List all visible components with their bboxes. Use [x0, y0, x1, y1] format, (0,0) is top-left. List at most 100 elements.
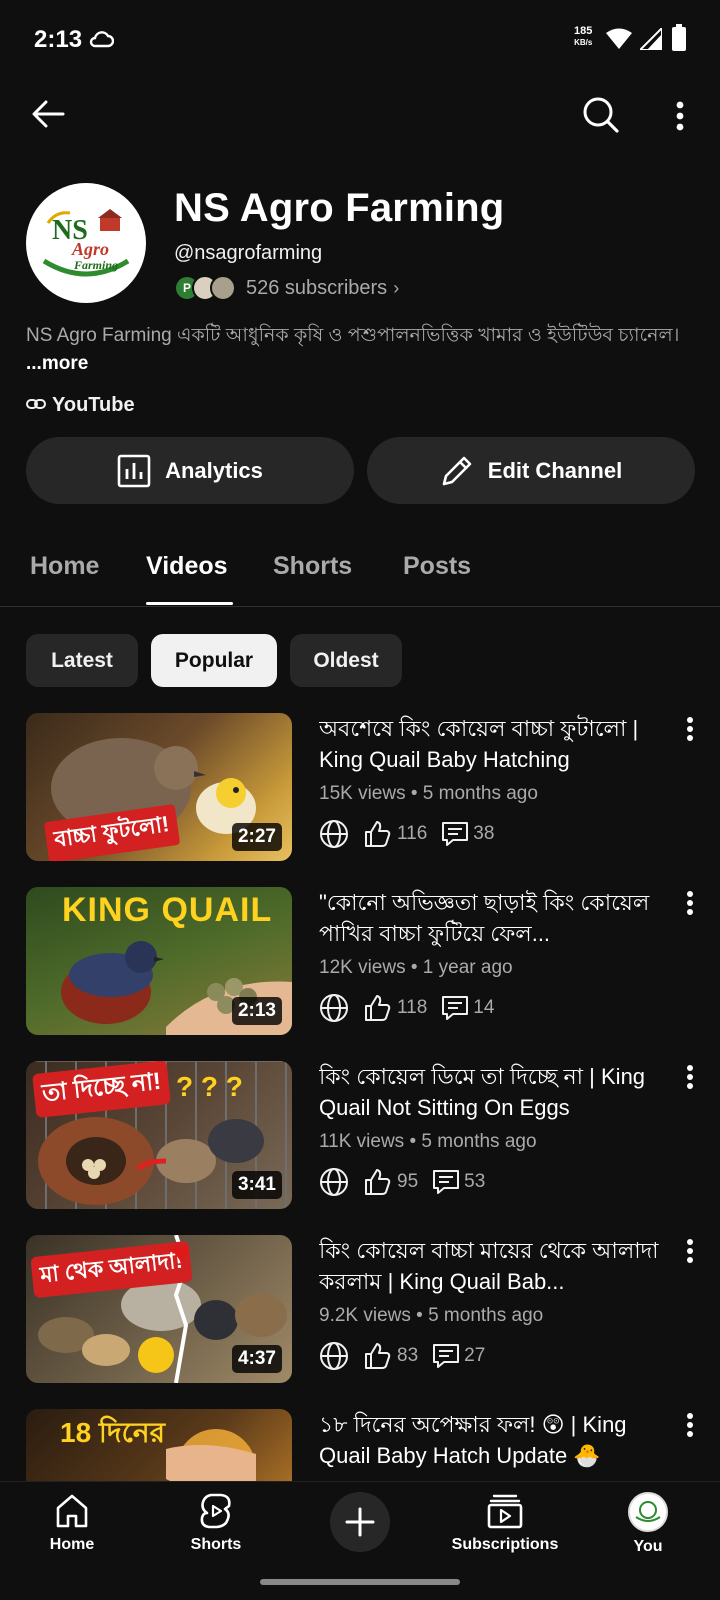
channel-avatar[interactable]: NS Agro Farming: [26, 183, 146, 303]
video-stats: 83 27: [319, 1341, 485, 1371]
wifi-icon: [606, 28, 632, 55]
nav-home[interactable]: Home: [17, 1492, 127, 1554]
analytics-icon: [117, 454, 151, 487]
video-meta: 11K views • 5 months ago: [319, 1131, 537, 1152]
more-vertical-icon[interactable]: [686, 1413, 694, 1442]
subscriber-count: 526 subscribers: [246, 276, 388, 299]
home-icon: [56, 1494, 88, 1528]
video-meta: 9.2K views • 5 months ago: [319, 1305, 544, 1326]
subscriptions-icon: [487, 1494, 523, 1529]
more-vertical-icon[interactable]: [686, 717, 694, 746]
comment-icon: [441, 994, 469, 1022]
link-icon: [26, 395, 46, 416]
channel-logo: NS Agro Farming: [28, 185, 144, 301]
video-title[interactable]: কিং কোয়েল বাচ্চা মায়ের থেকে আলাদা করলা…: [319, 1235, 674, 1297]
video-stats: 118 14: [319, 993, 494, 1023]
create-button[interactable]: [330, 1492, 390, 1552]
gesture-bar[interactable]: [260, 1579, 460, 1585]
channel-handle: @nsagrofarming: [174, 242, 323, 264]
video-stats: 116 38: [319, 819, 494, 849]
video-thumbnail[interactable]: KING QUAIL 2:13: [26, 887, 292, 1035]
comment-count: 38: [473, 823, 495, 844]
globe-icon: [319, 1341, 349, 1371]
video-title[interactable]: "কোনো অভিজ্ঞতা ছাড়াই কিং কোয়েল পাখির ব…: [319, 887, 674, 949]
like-icon: [363, 994, 391, 1022]
edit-channel-button[interactable]: Edit Channel: [367, 437, 695, 504]
video-duration: 2:13: [231, 997, 282, 1025]
comment-icon: [441, 820, 469, 848]
like-count: 118: [397, 997, 428, 1018]
channel-description[interactable]: NS Agro Farming একটি আধুনিক কৃষি ও পশুপা…: [26, 322, 696, 378]
channel-logo-small: [635, 1501, 661, 1522]
cloud-icon: [88, 30, 115, 53]
like-icon: [363, 1168, 391, 1196]
video-thumbnail[interactable]: বাচ্চা ফুটলো! 2:27: [26, 713, 292, 861]
comment-count: 14: [473, 997, 495, 1018]
video-thumbnail[interactable]: তা দিচ্ছে না! ? ? ? 3:41: [26, 1061, 292, 1209]
status-bar: 2:13 185 KB/s: [0, 0, 720, 80]
signal-icon: [637, 25, 663, 55]
globe-icon: [319, 993, 349, 1023]
battery-icon: [672, 24, 686, 51]
nav-shorts[interactable]: Shorts: [161, 1492, 271, 1554]
tab-posts[interactable]: Posts: [403, 552, 471, 581]
channel-tabs: Home Videos Shorts Posts: [0, 530, 720, 607]
svg-text:Agro: Agro: [71, 239, 109, 259]
active-tab-indicator: [146, 602, 233, 605]
nav-subscriptions[interactable]: Subscriptions: [450, 1492, 560, 1554]
analytics-button[interactable]: Analytics: [26, 437, 354, 504]
more-link[interactable]: ...more: [26, 353, 88, 374]
more-vertical-icon[interactable]: [666, 96, 694, 136]
like-count: 83: [397, 1345, 419, 1366]
search-icon[interactable]: [578, 92, 624, 138]
video-item[interactable]: তা দিচ্ছে না! ? ? ? 3:41 কিং কোয়েল ডিমে…: [0, 1061, 720, 1213]
chevron-right-icon: ›: [393, 277, 400, 298]
video-item[interactable]: 18 দিনের ১৮ দিনের অপেক্ষার ফল! 😲 | King …: [0, 1409, 720, 1481]
like-icon: [363, 1342, 391, 1370]
subscriber-avatar: [210, 275, 236, 301]
more-vertical-icon[interactable]: [686, 1065, 694, 1094]
chip-popular[interactable]: Popular: [151, 634, 277, 687]
video-duration: 4:37: [231, 1345, 282, 1373]
comment-count: 53: [464, 1171, 486, 1192]
globe-icon: [319, 1167, 349, 1197]
video-duration: 2:27: [231, 823, 282, 851]
comment-icon: [432, 1168, 460, 1196]
video-item[interactable]: মা থেক আলাদা! ♥ 4:37 কিং কোয়েল বাচ্চা ম…: [0, 1235, 720, 1387]
video-item[interactable]: বাচ্চা ফুটলো! 2:27 অবশেষে কিং কোয়েল বাচ…: [0, 713, 720, 865]
shorts-icon: [200, 1493, 231, 1529]
status-time: 2:13: [34, 26, 83, 53]
like-count: 116: [397, 823, 428, 844]
more-vertical-icon[interactable]: [686, 1239, 694, 1268]
video-thumbnail[interactable]: 18 দিনের: [26, 1409, 292, 1481]
comment-icon: [432, 1342, 460, 1370]
plus-icon: [345, 1507, 375, 1537]
like-icon: [363, 820, 391, 848]
video-meta: 15K views • 5 months ago: [319, 783, 538, 804]
tab-home[interactable]: Home: [30, 552, 99, 581]
video-item[interactable]: KING QUAIL 2:13 "কোনো অভিজ্ঞতা ছাড়াই কি…: [0, 887, 720, 1039]
video-duration: 3:41: [231, 1171, 282, 1199]
svg-text:Farming: Farming: [73, 258, 118, 272]
back-arrow-icon[interactable]: [26, 92, 70, 136]
video-title[interactable]: কিং কোয়েল ডিমে তা দিচ্ছে না | King Quai…: [319, 1061, 674, 1123]
video-title[interactable]: অবশেষে কিং কোয়েল বাচ্চা ফুটালো | King Q…: [319, 713, 674, 775]
comment-count: 27: [464, 1345, 486, 1366]
video-title[interactable]: ১৮ দিনের অপেক্ষার ফল! 😲 | King Quail Bab…: [319, 1409, 674, 1471]
avatar: [628, 1492, 668, 1532]
subscribers-row[interactable]: P 526 subscribers ›: [174, 274, 399, 302]
video-meta: 12K views • 1 year ago: [319, 957, 513, 978]
chip-latest[interactable]: Latest: [26, 634, 138, 687]
nav-you[interactable]: You: [593, 1492, 703, 1556]
video-thumbnail[interactable]: মা থেক আলাদা! ♥ 4:37: [26, 1235, 292, 1383]
tab-videos[interactable]: Videos: [146, 552, 228, 581]
pencil-icon: [442, 456, 472, 485]
network-speed: 185 KB/s: [574, 25, 593, 48]
tab-shorts[interactable]: Shorts: [273, 552, 352, 581]
channel-name: NS Agro Farming: [174, 186, 505, 230]
video-stats: 95 53: [319, 1167, 485, 1197]
channel-link[interactable]: YouTube: [26, 394, 135, 417]
globe-icon: [319, 819, 349, 849]
chip-oldest[interactable]: Oldest: [290, 634, 402, 687]
more-vertical-icon[interactable]: [686, 891, 694, 920]
